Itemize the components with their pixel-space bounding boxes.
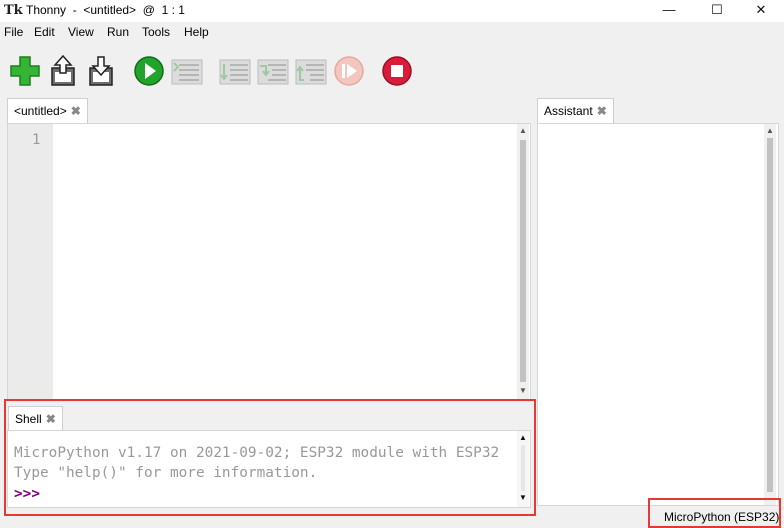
- assistant-scroll-thumb[interactable]: [767, 138, 773, 492]
- minimize-button[interactable]: —: [646, 0, 692, 22]
- close-button[interactable]: ✕: [738, 0, 784, 22]
- tab-untitled-label: <untitled>: [14, 104, 67, 118]
- step-out-icon: [295, 59, 327, 85]
- close-tab-icon[interactable]: ✖: [71, 104, 81, 118]
- save-file-icon: [89, 56, 113, 86]
- step-out-button[interactable]: [294, 54, 328, 88]
- toolbar: [0, 44, 784, 94]
- title-bar: Tk Thonny - <untitled> @ 1 : 1 — ☐ ✕: [0, 0, 784, 22]
- resume-icon: [334, 56, 364, 86]
- debug-icon: [171, 59, 203, 85]
- editor-scroll-thumb[interactable]: [520, 140, 526, 382]
- new-file-button[interactable]: [8, 54, 42, 88]
- stop-icon: [382, 56, 412, 86]
- shell-highlight-box: [4, 399, 536, 516]
- step-into-icon: [257, 59, 289, 85]
- scroll-up-icon[interactable]: ▲: [764, 126, 776, 136]
- menu-help[interactable]: Help: [184, 25, 209, 39]
- window-title: Thonny - <untitled> @ 1 : 1: [26, 3, 185, 17]
- run-button[interactable]: [132, 54, 166, 88]
- tab-assistant-label: Assistant: [544, 104, 593, 118]
- menu-view[interactable]: View: [68, 25, 94, 39]
- open-file-button[interactable]: [46, 54, 80, 88]
- resume-button[interactable]: [332, 54, 366, 88]
- menu-tools[interactable]: Tools: [142, 25, 170, 39]
- thonny-app-icon: Tk: [4, 3, 23, 18]
- menu-edit[interactable]: Edit: [34, 25, 55, 39]
- assistant-scrollbar[interactable]: ▲: [764, 124, 776, 505]
- save-file-button[interactable]: [84, 54, 118, 88]
- line-number-gutter: 1: [8, 124, 53, 399]
- maximize-button[interactable]: ☐: [694, 0, 740, 22]
- run-icon: [134, 56, 164, 86]
- scroll-up-icon[interactable]: ▲: [517, 126, 529, 136]
- new-file-icon: [10, 56, 40, 86]
- tab-untitled[interactable]: <untitled> ✖: [7, 98, 88, 123]
- stop-button[interactable]: [380, 54, 414, 88]
- menu-run[interactable]: Run: [107, 25, 129, 39]
- menu-file[interactable]: File: [4, 25, 23, 39]
- editor-panel[interactable]: 1 ▲ ▼: [7, 123, 531, 400]
- step-over-button[interactable]: [218, 54, 252, 88]
- step-over-icon: [219, 59, 251, 85]
- tab-assistant[interactable]: Assistant ✖: [537, 98, 614, 123]
- open-file-icon: [51, 54, 75, 86]
- scroll-down-icon[interactable]: ▼: [517, 386, 529, 396]
- line-number: 1: [32, 132, 41, 148]
- assistant-panel[interactable]: ▲: [537, 123, 779, 506]
- debug-button[interactable]: [170, 54, 204, 88]
- editor-scrollbar[interactable]: ▲ ▼: [517, 124, 529, 399]
- interpreter-highlight-box: [648, 498, 781, 528]
- step-into-button[interactable]: [256, 54, 290, 88]
- close-tab-icon[interactable]: ✖: [597, 104, 607, 118]
